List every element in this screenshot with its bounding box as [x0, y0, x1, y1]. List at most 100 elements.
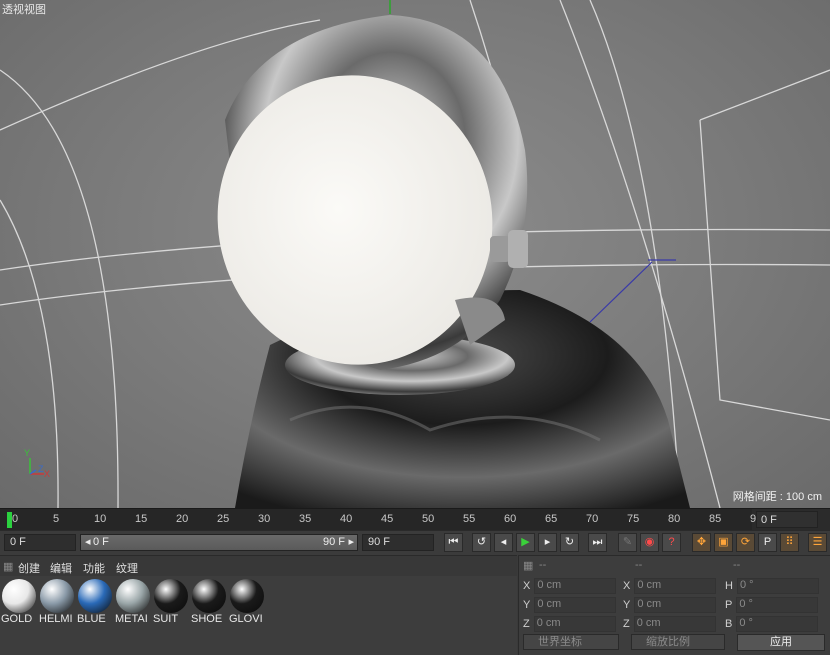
next-frame-button[interactable]: ▸ — [538, 533, 557, 552]
coords-grip-icon: ▦ — [523, 560, 534, 572]
coord-value[interactable]: 0 cm — [634, 578, 717, 594]
perspective-viewport[interactable]: 透视视图 Y Z X 网格间距 : 100 cm — [0, 0, 830, 508]
material-label: METAI — [115, 613, 148, 625]
material-label: SHOE — [191, 613, 223, 625]
material-swatch[interactable]: HELMI — [39, 578, 75, 626]
range-end-arrow-icon: ▸ — [348, 536, 354, 548]
material-menu-bar: ▦ 创建 编辑 功能 纹理 — [0, 556, 517, 576]
max-frame-field[interactable]: 90 F — [362, 534, 434, 551]
timeline[interactable]: 051015202530354045505560657075808590 0 F — [0, 508, 830, 531]
timeline-tick-label: 45 — [381, 513, 394, 525]
material-preview-ball — [192, 579, 226, 613]
coord-axis-label: B — [725, 617, 733, 630]
coordinates-manager: ▦ -- -- -- X0 cm X 0 cm H 0 ° Y 0 cm Y 0 cm P 0 ° Z… — [518, 555, 830, 655]
coord-axis-label: X — [523, 579, 531, 592]
play-button[interactable]: ▶ — [516, 533, 535, 552]
go-to-end-button[interactable]: ⏭ — [588, 533, 607, 552]
coord-value[interactable]: 0 ° — [736, 597, 819, 613]
coord-value[interactable]: 0 ° — [736, 578, 819, 594]
timeline-tick-label: 55 — [463, 513, 476, 525]
menu-texture[interactable]: 纹理 — [116, 560, 138, 576]
coord-value[interactable]: 0 cm — [534, 578, 617, 594]
coord-axis-label: H — [725, 579, 733, 592]
material-label: HELMI — [39, 613, 73, 625]
prev-frame-button[interactable]: ◂ — [494, 533, 513, 552]
coord-value[interactable]: 0 cm — [533, 616, 616, 632]
coord-value[interactable]: 0 ° — [736, 616, 819, 632]
coord-field[interactable]: X0 cm — [523, 578, 617, 594]
material-swatch[interactable]: GLOVI — [229, 578, 265, 626]
timeline-tick-label: 80 — [668, 513, 681, 525]
material-preview-ball — [116, 579, 150, 613]
apply-button[interactable]: 应用 — [737, 634, 825, 651]
key-disabled-icon[interactable]: ✎ — [618, 533, 637, 552]
axis-gizmo: Y Z X — [24, 448, 54, 485]
coord-value[interactable]: 0 cm — [634, 597, 717, 613]
coord-field[interactable]: Y0 cm — [623, 597, 717, 613]
coord-field[interactable]: Z0 cm — [523, 616, 616, 632]
coord-field[interactable]: Y0 cm — [523, 597, 617, 613]
coord-field[interactable]: P0 ° — [725, 597, 819, 613]
menu-function[interactable]: 功能 — [83, 560, 105, 576]
menu-edit[interactable]: 编辑 — [50, 560, 72, 576]
material-label: SUIT — [153, 613, 179, 625]
timeline-tick-label: 20 — [176, 513, 189, 525]
coord-field[interactable]: B0 ° — [725, 616, 819, 632]
menu-create[interactable]: 创建 — [18, 560, 40, 576]
timeline-tick-label: 50 — [422, 513, 435, 525]
autokey-button[interactable]: ? — [662, 533, 681, 552]
coord-field[interactable]: Z0 cm — [623, 616, 716, 632]
coord-axis-label: X — [623, 579, 631, 592]
range-slider[interactable]: ◂ 0 F 90 F ▸ — [80, 534, 358, 551]
grid-spacing-label: 网格间距 : 100 cm — [732, 491, 822, 503]
move-key-icon[interactable]: ✥ — [692, 533, 711, 552]
coord-field[interactable]: X0 cm — [623, 578, 717, 594]
material-preview-ball — [230, 579, 264, 613]
record-button[interactable]: ◉ — [640, 533, 659, 552]
timeline-tick-label: 65 — [545, 513, 558, 525]
material-preview-ball — [78, 579, 112, 613]
material-swatch[interactable]: BLUE — [77, 578, 113, 626]
go-to-start-button[interactable]: ⏮ — [444, 533, 463, 552]
axis-x-label: X — [44, 469, 51, 479]
rotate-key-icon[interactable]: ⟳ — [736, 533, 755, 552]
size-header: -- — [635, 559, 643, 571]
timeline-current-frame[interactable]: 0 F — [756, 511, 818, 528]
scale-dropdown[interactable]: 缩放比例 — [631, 634, 725, 650]
coord-value[interactable]: 0 cm — [633, 616, 716, 632]
material-label: BLUE — [77, 613, 106, 625]
world-coords-dropdown[interactable]: 世界坐标 — [523, 634, 619, 650]
coord-field[interactable]: H0 ° — [725, 578, 819, 594]
timeline-tick-label: 75 — [627, 513, 640, 525]
timeline-tick-label: 60 — [504, 513, 517, 525]
material-manager: ▦ 创建 编辑 功能 纹理 GOLD HELMI BLUE METAI SUIT SHOE… — [0, 555, 517, 655]
timeline-tick-label: 15 — [135, 513, 148, 525]
material-label: GLOVI — [229, 613, 263, 625]
panel-grip-icon: ▦ — [3, 561, 14, 573]
coord-axis-label: Y — [623, 598, 631, 611]
timeline-ruler[interactable]: 051015202530354045505560657075808590 — [0, 509, 762, 531]
material-label: GOLD — [1, 613, 33, 625]
coord-axis-label: P — [725, 598, 733, 611]
coord-value[interactable]: 0 cm — [534, 597, 617, 613]
material-swatch[interactable]: SHOE — [191, 578, 227, 626]
viewport-title[interactable]: 透视视图 — [2, 1, 46, 17]
material-swatch[interactable]: SUIT — [153, 578, 189, 626]
rotation-header: -- — [733, 559, 741, 571]
transport-bar: 0 F ◂ 0 F 90 F ▸ 90 F ⏮ ↺ ◂ ▶ ▸ ↻ ⏭ ✎ ◉ … — [0, 530, 830, 555]
prev-key-button[interactable]: ↺ — [472, 533, 491, 552]
pla-key-icon[interactable]: ⠿ — [780, 533, 799, 552]
timeline-tick-label: 10 — [94, 513, 107, 525]
timeline-tick-label: 5 — [53, 513, 60, 525]
current-frame-field[interactable]: 0 F — [4, 534, 76, 551]
material-swatch[interactable]: METAI — [115, 578, 151, 626]
viewport-scene — [0, 0, 830, 508]
next-key-button[interactable]: ↻ — [560, 533, 579, 552]
scale-key-icon[interactable]: ▣ — [714, 533, 733, 552]
material-swatch[interactable]: GOLD — [1, 578, 37, 626]
param-key-icon[interactable]: P — [758, 533, 777, 552]
timeline-menu-icon[interactable]: ☰ — [808, 533, 827, 552]
timeline-tick-label: 35 — [299, 513, 312, 525]
timeline-tick-label: 85 — [709, 513, 722, 525]
range-start-label: 0 F — [93, 536, 109, 548]
